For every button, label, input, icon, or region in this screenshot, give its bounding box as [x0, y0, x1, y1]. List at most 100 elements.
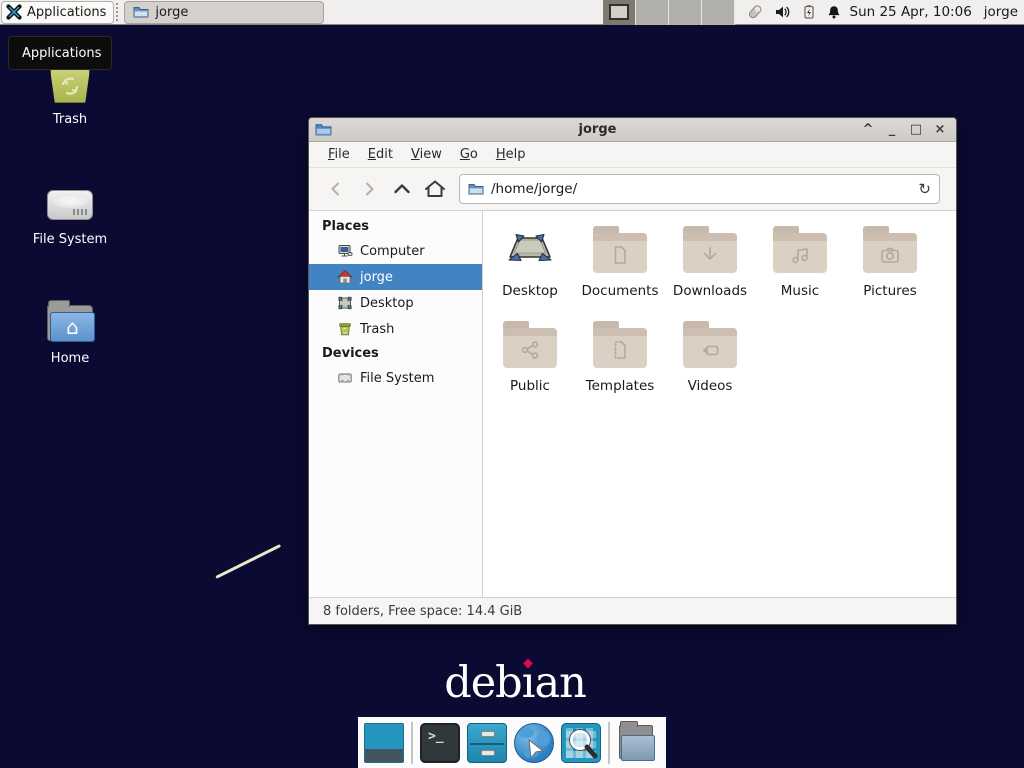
- stray-line-artifact: [215, 544, 281, 579]
- mouse-tray-icon[interactable]: [745, 3, 765, 21]
- menubar: File Edit View Go Help: [309, 142, 956, 168]
- workspace-3[interactable]: [669, 0, 702, 25]
- up-button[interactable]: [385, 174, 418, 204]
- folder-label: Public: [510, 378, 550, 394]
- desktop-icon: [337, 295, 353, 311]
- trash-icon: [337, 321, 353, 337]
- system-tray: [745, 3, 842, 21]
- close-button[interactable]: ×: [930, 121, 950, 139]
- folder-icon: [593, 233, 647, 273]
- status-text: 8 folders, Free space: 14.4 GiB: [323, 604, 522, 619]
- sidebar: Places Computer jorge: [309, 211, 483, 597]
- workspace-1[interactable]: [603, 0, 636, 25]
- folder-item-pictures[interactable]: Pictures: [845, 225, 935, 320]
- battery-icon[interactable]: [801, 3, 817, 21]
- panel-username[interactable]: jorge: [984, 4, 1018, 20]
- menu-help[interactable]: Help: [487, 144, 535, 165]
- dock-separator: [608, 722, 610, 764]
- sidebar-item-trash[interactable]: Trash: [309, 316, 482, 342]
- folder-icon: [683, 233, 737, 273]
- applications-tooltip: Applications: [8, 36, 112, 70]
- minimize-button[interactable]: _: [882, 121, 902, 139]
- folder-label: Music: [781, 283, 819, 299]
- sidebar-item-label: Computer: [360, 244, 425, 259]
- sidebar-item-label: Trash: [360, 322, 394, 337]
- home-folder-icon: ⌂: [47, 305, 93, 341]
- desktop-icon-label: Trash: [25, 112, 115, 127]
- desktop-icon-label: File System: [25, 232, 115, 247]
- folder-label: Pictures: [863, 283, 916, 299]
- folder-item-documents[interactable]: Documents: [575, 225, 665, 320]
- menu-go[interactable]: Go: [451, 144, 487, 165]
- path-input[interactable]: /home/jorge/: [491, 181, 911, 197]
- sidebar-item-computer[interactable]: Computer: [309, 238, 482, 264]
- folder-dock-icon[interactable]: [617, 723, 657, 763]
- applications-menu-button[interactable]: Applications: [1, 1, 114, 24]
- sidebar-header-devices: Devices: [309, 342, 482, 365]
- dock: >_: [358, 717, 666, 768]
- workspace-2[interactable]: [636, 0, 669, 25]
- folder-item-music[interactable]: Music: [755, 225, 845, 320]
- path-folder-icon: [468, 182, 484, 196]
- sidebar-item-file-system[interactable]: File System: [309, 365, 482, 391]
- reload-button[interactable]: ↻: [918, 180, 931, 198]
- xfce-applications-icon: [6, 4, 22, 20]
- path-bar[interactable]: /home/jorge/ ↻: [459, 174, 940, 204]
- workspace-4[interactable]: [702, 0, 735, 25]
- document-glyph-icon: [608, 243, 632, 267]
- up-icon: [392, 180, 412, 198]
- folder-label: Downloads: [673, 283, 747, 299]
- back-button[interactable]: [319, 174, 352, 204]
- window-folder-icon: [315, 122, 337, 137]
- menu-file[interactable]: File: [319, 144, 359, 165]
- desktop-icon-home[interactable]: ⌂ Home: [25, 295, 115, 366]
- maximize-button[interactable]: □: [906, 121, 926, 139]
- taskbar-window-label: jorge: [155, 5, 188, 20]
- sidebar-item-label: Desktop: [360, 296, 414, 311]
- workspace-window-preview: [609, 4, 629, 20]
- folder-item-public[interactable]: Public: [485, 320, 575, 415]
- folder-item-videos[interactable]: Videos: [665, 320, 755, 415]
- folder-icon: [133, 5, 149, 19]
- shade-button[interactable]: ^: [858, 121, 878, 139]
- dock-separator: [411, 722, 413, 764]
- folder-item-desktop[interactable]: Desktop: [485, 225, 575, 320]
- show-desktop-icon[interactable]: [364, 723, 404, 763]
- taskbar-window-button[interactable]: jorge: [124, 1, 324, 24]
- top-panel: Applications jorge: [0, 0, 1024, 25]
- menu-view[interactable]: View: [402, 144, 451, 165]
- window-title: jorge: [337, 122, 858, 137]
- panel-clock[interactable]: Sun 25 Apr, 10:06: [850, 4, 972, 20]
- sidebar-item-label: File System: [360, 371, 434, 386]
- sidebar-item-desktop[interactable]: Desktop: [309, 290, 482, 316]
- folder-icon: [773, 233, 827, 273]
- sidebar-item-jorge[interactable]: jorge: [309, 264, 482, 290]
- folder-item-templates[interactable]: Templates: [575, 320, 665, 415]
- toolbar: /home/jorge/ ↻: [309, 168, 956, 211]
- terminal-icon[interactable]: >_: [420, 723, 460, 763]
- app-finder-icon[interactable]: [561, 723, 601, 763]
- forward-button[interactable]: [352, 174, 385, 204]
- home-button[interactable]: [418, 174, 451, 204]
- folder-icon: [503, 328, 557, 368]
- desktop-icon-file-system[interactable]: File System: [25, 176, 115, 247]
- drive-icon: [337, 370, 353, 386]
- music-notes-icon: [788, 243, 812, 267]
- file-cabinet-icon[interactable]: [467, 723, 507, 763]
- folder-label: Videos: [688, 378, 733, 394]
- cursor-arrow-icon: [515, 724, 554, 763]
- menu-edit[interactable]: Edit: [359, 144, 402, 165]
- folder-item-downloads[interactable]: Downloads: [665, 225, 755, 320]
- share-icon: [518, 338, 542, 362]
- folder-label: Templates: [586, 378, 655, 394]
- titlebar[interactable]: jorge ^ _ □ ×: [309, 118, 956, 142]
- computer-icon: [337, 243, 353, 259]
- folder-label: Desktop: [502, 283, 558, 299]
- folder-label: Documents: [582, 283, 659, 299]
- panel-handle[interactable]: [116, 3, 122, 21]
- volume-icon[interactable]: [774, 3, 792, 21]
- web-browser-icon[interactable]: [514, 723, 554, 763]
- sidebar-header-places: Places: [309, 215, 482, 238]
- back-icon: [327, 180, 345, 198]
- notifications-bell-icon[interactable]: [826, 3, 842, 21]
